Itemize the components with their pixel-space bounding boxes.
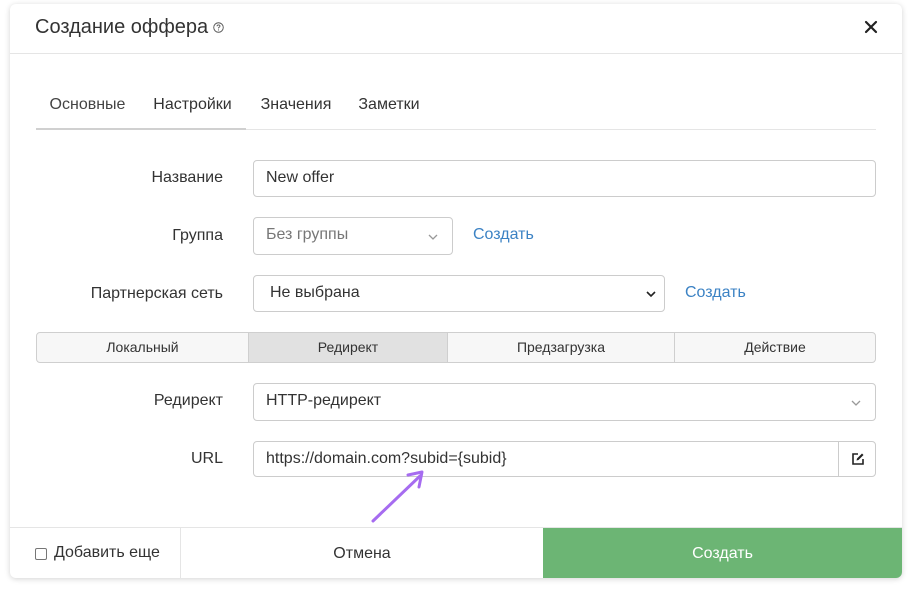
- dialog-title: Создание оффера: [35, 16, 209, 38]
- network-create-link[interactable]: Создать: [685, 284, 746, 302]
- cancel-button[interactable]: Отмена: [181, 528, 543, 578]
- group-create-link[interactable]: Создать: [473, 226, 534, 244]
- annotation-arrow-icon: [371, 470, 424, 523]
- question-circle-icon[interactable]: [213, 22, 224, 33]
- redirect-select[interactable]: HTTP-редирект: [253, 383, 876, 421]
- name-input[interactable]: New offer: [253, 160, 876, 197]
- offer-type-segmented-control: Локальный Редирект Предзагрузка Действие: [36, 332, 876, 363]
- url-label: URL: [190, 450, 223, 467]
- redirect-label: Редирект: [153, 392, 223, 409]
- segment-redirect[interactable]: Редирект: [249, 333, 448, 362]
- name-label: Название: [151, 169, 224, 186]
- network-select[interactable]: Не выбрана: [253, 275, 665, 312]
- segment-local[interactable]: Локальный: [37, 333, 249, 362]
- chevron-down-icon: [851, 400, 861, 406]
- url-edit-button[interactable]: [838, 441, 876, 477]
- url-input[interactable]: https://domain.com?subid={subid}: [253, 441, 876, 477]
- tab-settings[interactable]: Настройки: [139, 86, 246, 130]
- tab-notes[interactable]: Заметки: [356, 86, 422, 130]
- create-offer-dialog: Создание оффера Основные Настройки Значе…: [10, 4, 902, 578]
- chevron-down-icon: [646, 291, 656, 298]
- close-icon[interactable]: [864, 20, 878, 34]
- segment-preload[interactable]: Предзагрузка: [448, 333, 675, 362]
- segment-action[interactable]: Действие: [675, 333, 875, 362]
- tab-values[interactable]: Значения: [258, 86, 334, 130]
- create-button[interactable]: Создать: [543, 528, 902, 578]
- chevron-down-icon: [428, 234, 438, 240]
- dialog-footer: Добавить еще Отмена Создать: [10, 527, 902, 578]
- redirect-select-value: HTTP-редирект: [266, 392, 382, 409]
- dialog-header: Создание оффера: [10, 4, 902, 54]
- group-select[interactable]: Без группы: [253, 217, 453, 255]
- add-more-checkbox[interactable]: [35, 548, 47, 560]
- tab-basic[interactable]: Основные: [36, 86, 139, 130]
- tab-bar: Основные Настройки Значения Заметки: [36, 86, 876, 130]
- url-input-value: https://domain.com?subid={subid}: [266, 450, 507, 467]
- group-select-value: Без группы: [266, 226, 349, 243]
- group-label: Группа: [172, 227, 223, 244]
- add-more-label[interactable]: Добавить еще: [54, 544, 160, 562]
- add-more-option: Добавить еще: [10, 528, 181, 578]
- edit-icon: [852, 453, 864, 465]
- network-select-value: Не выбрана: [270, 284, 360, 301]
- network-label: Партнерская сеть: [90, 285, 223, 302]
